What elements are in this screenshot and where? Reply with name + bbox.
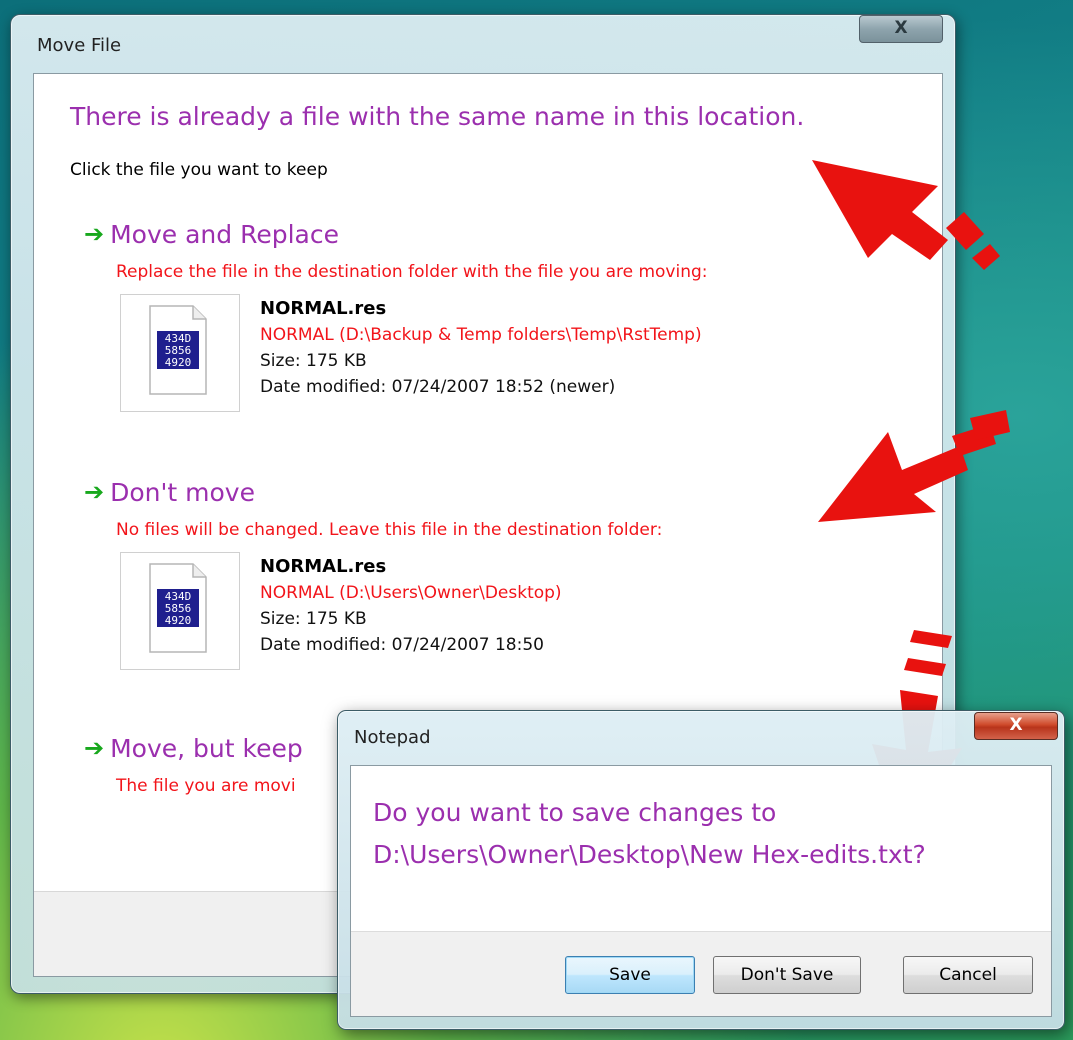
notepad-button-bar: Save Don't Save Cancel: [351, 931, 1051, 1016]
option-description: The file you are movi: [116, 776, 296, 796]
file-name: NORMAL.res: [260, 556, 387, 577]
green-arrow-icon: ➔: [84, 734, 105, 762]
option-title-label: Move, but keep: [110, 734, 303, 763]
move-file-close-button[interactable]: X: [859, 15, 943, 43]
hex-line: 4920: [165, 614, 192, 627]
save-prompt-path: D:\Users\Owner\Desktop\New Hex-edits.txt…: [373, 840, 926, 869]
save-prompt-line: Do you want to save changes to: [373, 798, 777, 827]
file-size: Size: 175 KB: [260, 351, 367, 371]
conflict-headline: There is already a file with the same na…: [70, 102, 805, 131]
notepad-content: Do you want to save changes to D:\Users\…: [350, 765, 1052, 1017]
file-date: Date modified: 07/24/2007 18:50: [260, 635, 544, 655]
option-description: No files will be changed. Leave this fil…: [116, 520, 663, 540]
save-prompt-message: Do you want to save changes to D:\Users\…: [373, 792, 926, 876]
option-title-label: Don't move: [110, 478, 255, 507]
hex-line: 4920: [165, 356, 192, 369]
save-button[interactable]: Save: [565, 956, 695, 994]
dont-save-button[interactable]: Don't Save: [713, 956, 861, 994]
file-info: NORMAL.res NORMAL (D:\Users\Owner\Deskto…: [260, 554, 562, 658]
green-arrow-icon: ➔: [84, 220, 105, 248]
notepad-dialog: Notepad X Do you want to save changes to…: [337, 710, 1065, 1030]
option-move-but-keep[interactable]: ➔ Move, but keep: [84, 734, 303, 763]
file-path: NORMAL (D:\Users\Owner\Desktop): [260, 583, 562, 603]
file-info: NORMAL.res NORMAL (D:\Backup & Temp fold…: [260, 296, 702, 400]
notepad-title: Notepad: [354, 727, 431, 748]
file-thumbnail[interactable]: 434D 5856 4920: [120, 552, 240, 670]
option-title-label: Move and Replace: [110, 220, 339, 249]
notepad-close-button[interactable]: X: [974, 712, 1058, 740]
option-description: Replace the file in the destination fold…: [116, 262, 708, 282]
cancel-button[interactable]: Cancel: [903, 956, 1033, 994]
green-arrow-icon: ➔: [84, 478, 105, 506]
file-size: Size: 175 KB: [260, 609, 367, 629]
file-name: NORMAL.res: [260, 298, 387, 319]
hex-document-icon: 434D 5856 4920: [149, 305, 207, 395]
file-path: NORMAL (D:\Backup & Temp folders\Temp\Rs…: [260, 325, 702, 345]
move-file-title: Move File: [37, 35, 122, 56]
conflict-instruction: Click the file you want to keep: [70, 160, 328, 180]
option-move-and-replace[interactable]: ➔ Move and Replace: [84, 220, 339, 249]
option-dont-move[interactable]: ➔ Don't move: [84, 478, 255, 507]
file-thumbnail[interactable]: 434D 5856 4920: [120, 294, 240, 412]
file-date: Date modified: 07/24/2007 18:52 (newer): [260, 377, 616, 397]
hex-document-icon: 434D 5856 4920: [149, 563, 207, 653]
